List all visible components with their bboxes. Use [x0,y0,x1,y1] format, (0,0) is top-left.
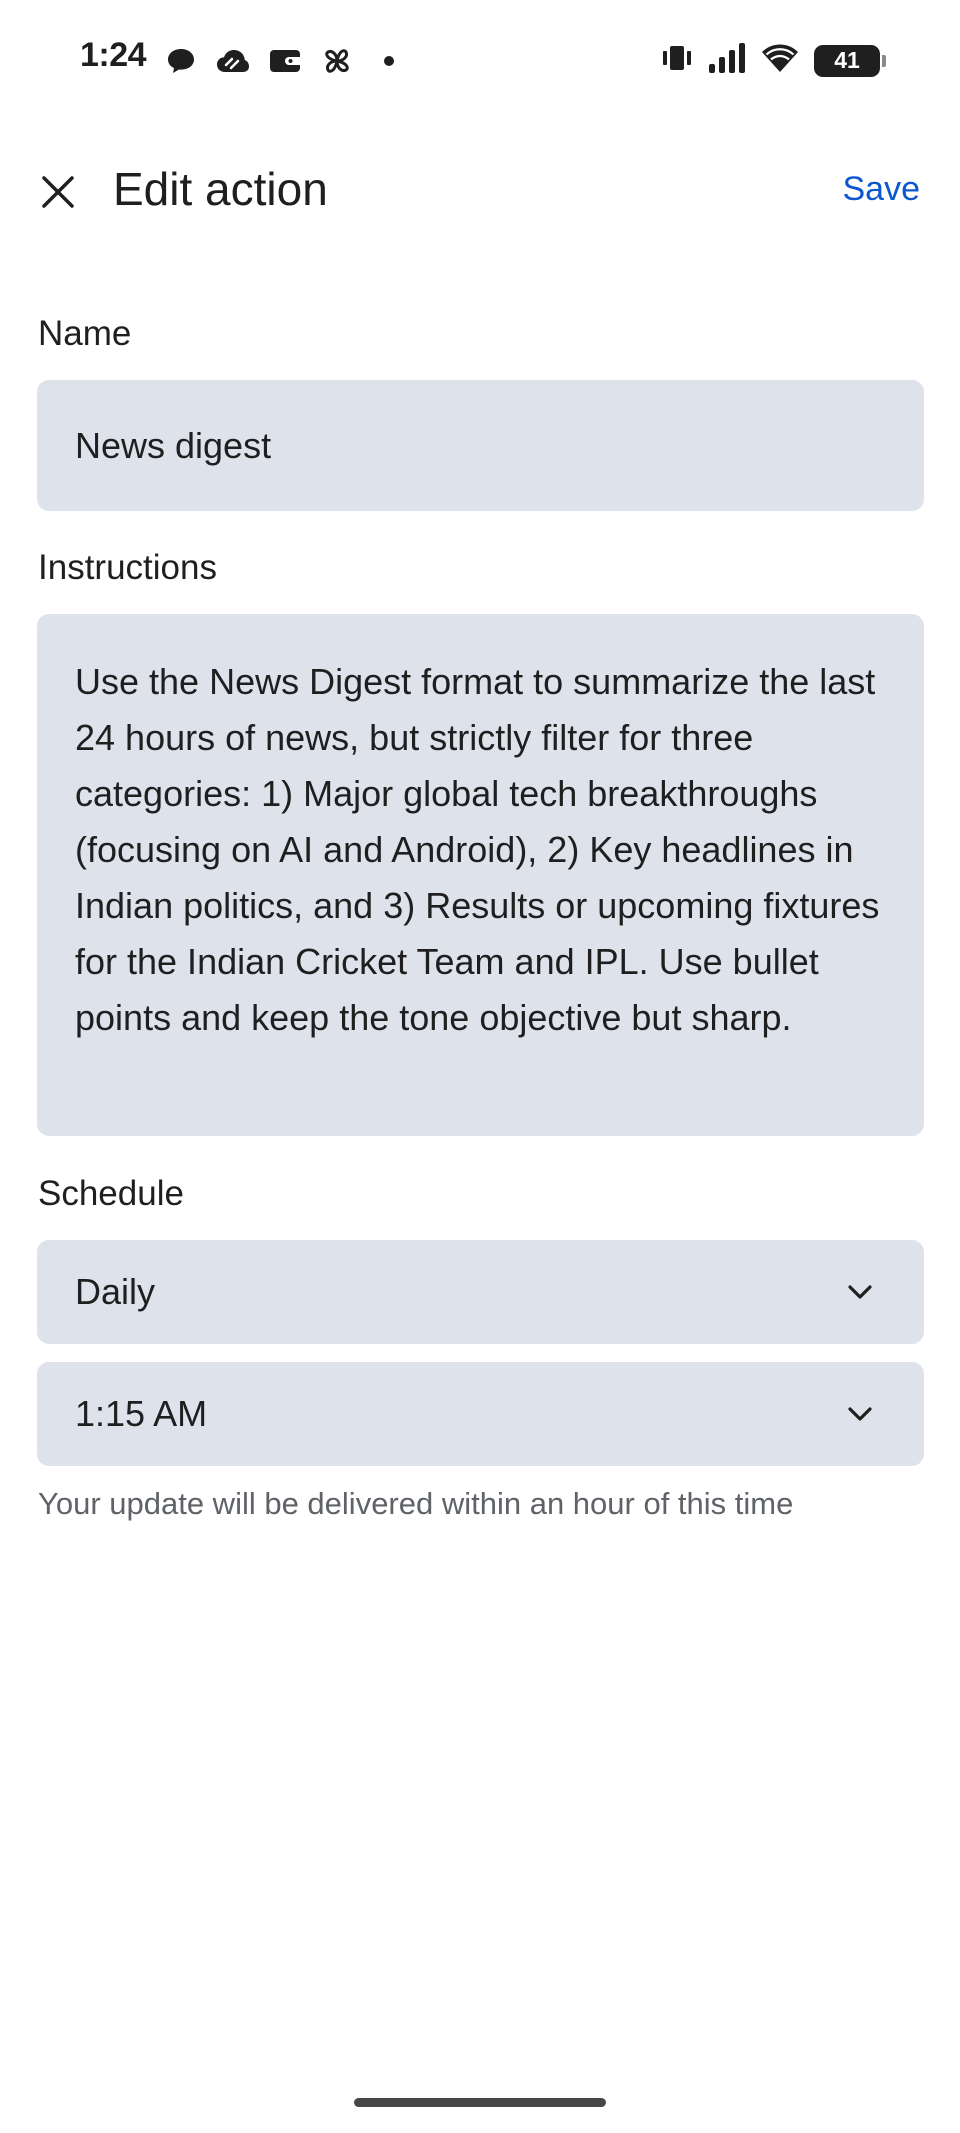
page-title: Edit action [113,163,328,215]
time-value: 1:15 AM [75,1393,208,1434]
battery-nub [882,54,886,67]
chat-bubble-icon [162,44,200,78]
battery-level: 41 [834,47,860,73]
schedule-label: Schedule [38,1174,184,1213]
frequency-value: Daily [75,1271,156,1312]
name-input[interactable]: News digest [37,380,924,511]
name-label: Name [38,314,132,353]
instructions-value: Use the News Digest format to summarize … [75,661,880,1038]
vibrate-icon [660,43,694,78]
more-dot-icon [370,44,408,78]
time-select[interactable]: 1:15 AM [37,1362,924,1466]
close-button[interactable] [30,164,86,220]
status-bar: 1:24 41 [0,0,960,120]
name-value: News digest [75,424,272,466]
instructions-input[interactable]: Use the News Digest format to summarize … [37,614,924,1136]
frequency-select[interactable]: Daily [37,1240,924,1344]
close-icon [42,176,74,208]
wallet-icon [266,44,304,78]
gesture-navigation-bar[interactable] [354,2098,606,2107]
battery-icon: 41 [814,44,886,77]
chevron-down-icon [840,1272,880,1312]
notification-icons [162,44,408,78]
system-icons: 41 [660,42,886,79]
signal-icon [708,42,746,79]
status-time: 1:24 [80,36,147,74]
pinwheel-icon [318,44,356,78]
app-bar: Edit action Save [0,150,960,234]
wifi-icon [760,42,800,79]
cloud-icon [214,44,252,78]
instructions-label: Instructions [38,548,217,587]
chevron-down-icon [840,1394,880,1434]
schedule-hint: Your update will be delivered within an … [38,1486,794,1521]
save-button[interactable]: Save [843,170,921,209]
